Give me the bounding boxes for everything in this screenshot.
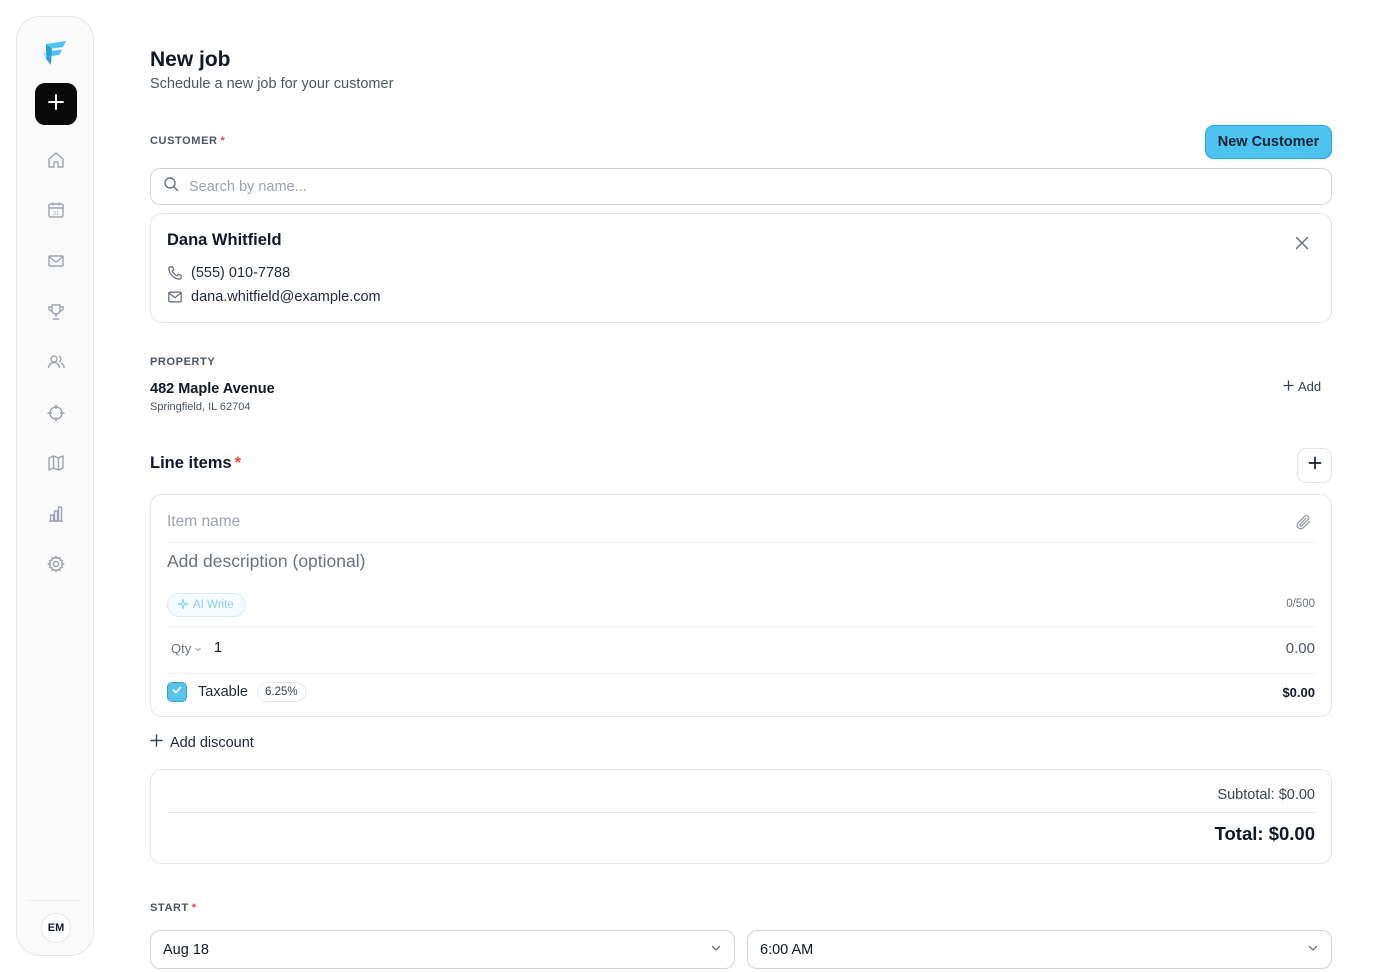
qty-unit-select[interactable]: Qty	[171, 641, 202, 656]
trophy-icon[interactable]	[44, 300, 68, 324]
calendar-icon[interactable]: 31	[44, 198, 68, 222]
start-time-select[interactable]: 6:00 AM	[747, 930, 1332, 969]
customer-email-row: dana.whitfield@example.com	[167, 289, 381, 305]
map-icon[interactable]	[44, 451, 68, 475]
selected-customer-card: Dana Whitfield (555) 010-7788 dana.whitf…	[150, 213, 1332, 323]
price-input[interactable]: 0.00	[1286, 640, 1315, 657]
sparkle-icon	[177, 598, 189, 613]
customer-name: Dana Whitfield	[167, 231, 282, 249]
plus-icon	[150, 734, 163, 751]
customer-phone: (555) 010-7788	[191, 265, 291, 281]
user-avatar[interactable]: EM	[41, 913, 71, 943]
divider	[167, 542, 1315, 543]
qty-label: Qty	[171, 641, 192, 656]
property-section-label: PROPERTY	[150, 356, 216, 368]
remove-customer-close-icon[interactable]	[1293, 234, 1311, 252]
svg-text:31: 31	[53, 211, 59, 217]
chevron-down-icon	[710, 942, 722, 958]
divider	[167, 673, 1315, 674]
gear-icon[interactable]	[44, 552, 68, 576]
required-asterisk: *	[220, 135, 226, 147]
customer-section-label: CUSTOMER *	[150, 135, 226, 147]
start-section-label: START *	[150, 902, 197, 914]
item-name-input[interactable]: Item name	[167, 513, 240, 531]
add-property-label: Add	[1298, 379, 1322, 394]
ai-write-button[interactable]: AI Write	[167, 593, 246, 617]
mail-icon	[167, 289, 183, 305]
divider	[167, 812, 1315, 813]
ai-write-label: AI Write	[193, 599, 234, 611]
phone-icon	[167, 265, 183, 281]
check-icon	[171, 683, 183, 701]
chevron-down-icon	[194, 641, 202, 656]
line-item-amount: $0.00	[1282, 685, 1315, 700]
plus-icon	[47, 93, 65, 116]
mail-icon[interactable]	[44, 249, 68, 273]
page-subtitle: Schedule a new job for your customer	[150, 76, 394, 92]
taxable-checkbox[interactable]	[167, 682, 187, 702]
add-line-item-button[interactable]	[1297, 448, 1332, 483]
required-asterisk: *	[191, 902, 197, 914]
required-asterisk: *	[234, 454, 242, 472]
home-icon[interactable]	[44, 148, 68, 172]
paperclip-icon[interactable]	[1295, 513, 1313, 531]
start-time-value: 6:00 AM	[760, 941, 814, 958]
total: Total: $0.00	[1214, 823, 1315, 844]
new-customer-button[interactable]: New Customer	[1205, 125, 1332, 159]
customer-phone-row: (555) 010-7788	[167, 265, 290, 281]
char-count: 0/500	[1286, 598, 1315, 610]
users-icon[interactable]	[44, 350, 68, 374]
crosshair-icon[interactable]	[44, 401, 68, 425]
chevron-down-icon	[1307, 942, 1319, 958]
item-description-input[interactable]: Add description (optional)	[167, 551, 365, 572]
search-icon	[163, 176, 179, 197]
plus-icon	[1308, 456, 1322, 475]
tax-rate-badge[interactable]: 6.25%	[256, 682, 306, 702]
page-title: New job	[150, 48, 231, 71]
line-items-title: Line items *	[150, 454, 242, 472]
start-date-value: Aug 18	[163, 941, 209, 958]
subtotal: Subtotal: $0.00	[1217, 787, 1315, 803]
customer-email: dana.whitfield@example.com	[191, 289, 381, 305]
taxable-label: Taxable	[198, 684, 248, 700]
create-new-button[interactable]	[35, 83, 77, 125]
sidebar-divider	[29, 900, 81, 901]
property-street: 482 Maple Avenue	[150, 381, 275, 397]
qty-input[interactable]: 1	[214, 640, 222, 656]
customer-search	[150, 168, 1332, 205]
add-discount-button[interactable]: Add discount	[150, 734, 254, 751]
divider	[167, 626, 1315, 627]
plus-icon	[1283, 379, 1294, 394]
add-property-button[interactable]: Add	[1283, 379, 1321, 394]
sidebar: 31 EM	[16, 16, 94, 956]
brand-logo[interactable]	[40, 37, 72, 69]
start-date-select[interactable]: Aug 18	[150, 930, 735, 969]
taxable-row: Taxable 6.25%	[167, 682, 306, 702]
add-discount-label: Add discount	[170, 734, 254, 751]
totals-card: Subtotal: $0.00 Total: $0.00	[150, 769, 1332, 864]
line-item-card: Item name Add description (optional) AI …	[150, 494, 1332, 717]
customer-search-input[interactable]	[189, 178, 1089, 195]
bar-chart-icon[interactable]	[44, 502, 68, 526]
property-city: Springfield, IL 62704	[150, 401, 251, 413]
